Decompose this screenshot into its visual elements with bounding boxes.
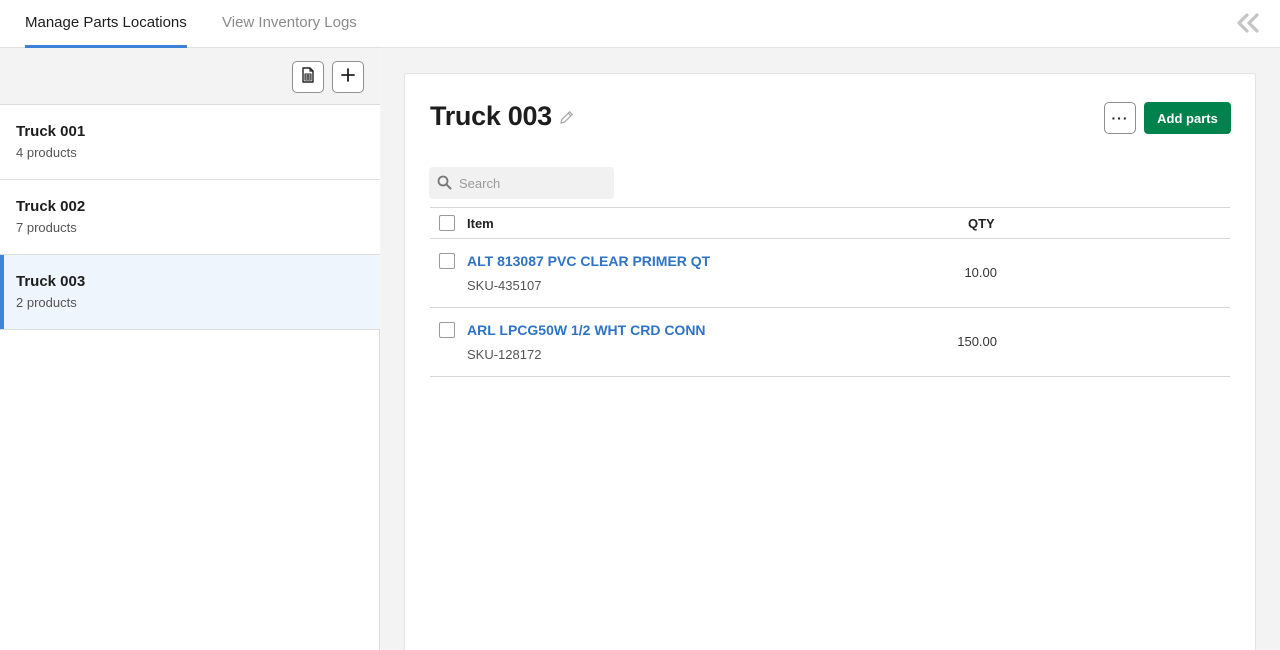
item-name-link[interactable]: ALT 813087 PVC CLEAR PRIMER QT bbox=[467, 253, 710, 269]
plus-icon bbox=[341, 67, 355, 87]
pencil-edit-icon[interactable] bbox=[558, 109, 575, 126]
row-checkbox[interactable] bbox=[439, 253, 455, 269]
location-name: Truck 001 bbox=[16, 123, 86, 140]
location-list: Truck 001 4 products Truck 002 7 product… bbox=[0, 105, 380, 330]
tab-manage-parts-locations[interactable]: Manage Parts Locations bbox=[25, 0, 187, 48]
sidebar-toolbar bbox=[0, 48, 380, 105]
more-options-button[interactable]: ··· bbox=[1104, 102, 1136, 134]
location-product-count: 2 products bbox=[16, 295, 77, 310]
report-button[interactable] bbox=[292, 61, 324, 93]
item-name-link[interactable]: ARL LPCG50W 1/2 WHT CRD CONN bbox=[467, 322, 706, 338]
search-icon bbox=[437, 175, 452, 190]
table-header: Item QTY bbox=[430, 207, 1230, 239]
add-parts-button[interactable]: Add parts bbox=[1144, 102, 1231, 134]
table-row: ALT 813087 PVC CLEAR PRIMER QT SKU-43510… bbox=[430, 239, 1230, 308]
location-product-count: 7 products bbox=[16, 220, 77, 235]
location-item-truck-003[interactable]: Truck 003 2 products bbox=[0, 255, 380, 330]
page-title: Truck 003 bbox=[430, 101, 552, 131]
location-name: Truck 003 bbox=[16, 273, 86, 290]
collapse-double-chevron-icon[interactable] bbox=[1236, 12, 1260, 34]
item-sku: SKU-435107 bbox=[467, 278, 542, 293]
location-product-count: 4 products bbox=[16, 145, 77, 160]
add-location-button[interactable] bbox=[332, 61, 364, 93]
row-checkbox[interactable] bbox=[439, 322, 455, 338]
ellipsis-icon: ··· bbox=[1111, 110, 1129, 126]
column-header-qty: QTY bbox=[968, 216, 995, 231]
top-nav: Manage Parts Locations View Inventory Lo… bbox=[0, 0, 1280, 48]
location-name: Truck 002 bbox=[16, 198, 86, 215]
select-all-checkbox[interactable] bbox=[439, 215, 455, 231]
location-detail-card: Truck 003 ··· Add parts Item bbox=[404, 73, 1256, 650]
tab-view-inventory-logs[interactable]: View Inventory Logs bbox=[222, 0, 357, 48]
search-box bbox=[429, 167, 614, 199]
table-row: ARL LPCG50W 1/2 WHT CRD CONN SKU-128172 … bbox=[430, 308, 1230, 377]
document-icon bbox=[301, 66, 315, 88]
location-item-truck-002[interactable]: Truck 002 7 products bbox=[0, 180, 380, 255]
column-header-item: Item bbox=[467, 216, 494, 231]
search-input[interactable] bbox=[459, 167, 609, 199]
item-qty: 150.00 bbox=[957, 334, 997, 349]
locations-sidebar: Truck 001 4 products Truck 002 7 product… bbox=[0, 48, 380, 650]
item-qty: 10.00 bbox=[964, 265, 997, 280]
location-item-truck-001[interactable]: Truck 001 4 products bbox=[0, 105, 380, 180]
parts-table: Item QTY ALT 813087 PVC CLEAR PRIMER QT … bbox=[430, 207, 1230, 377]
item-sku: SKU-128172 bbox=[467, 347, 542, 362]
main-area: Truck 003 ··· Add parts Item bbox=[381, 48, 1280, 650]
